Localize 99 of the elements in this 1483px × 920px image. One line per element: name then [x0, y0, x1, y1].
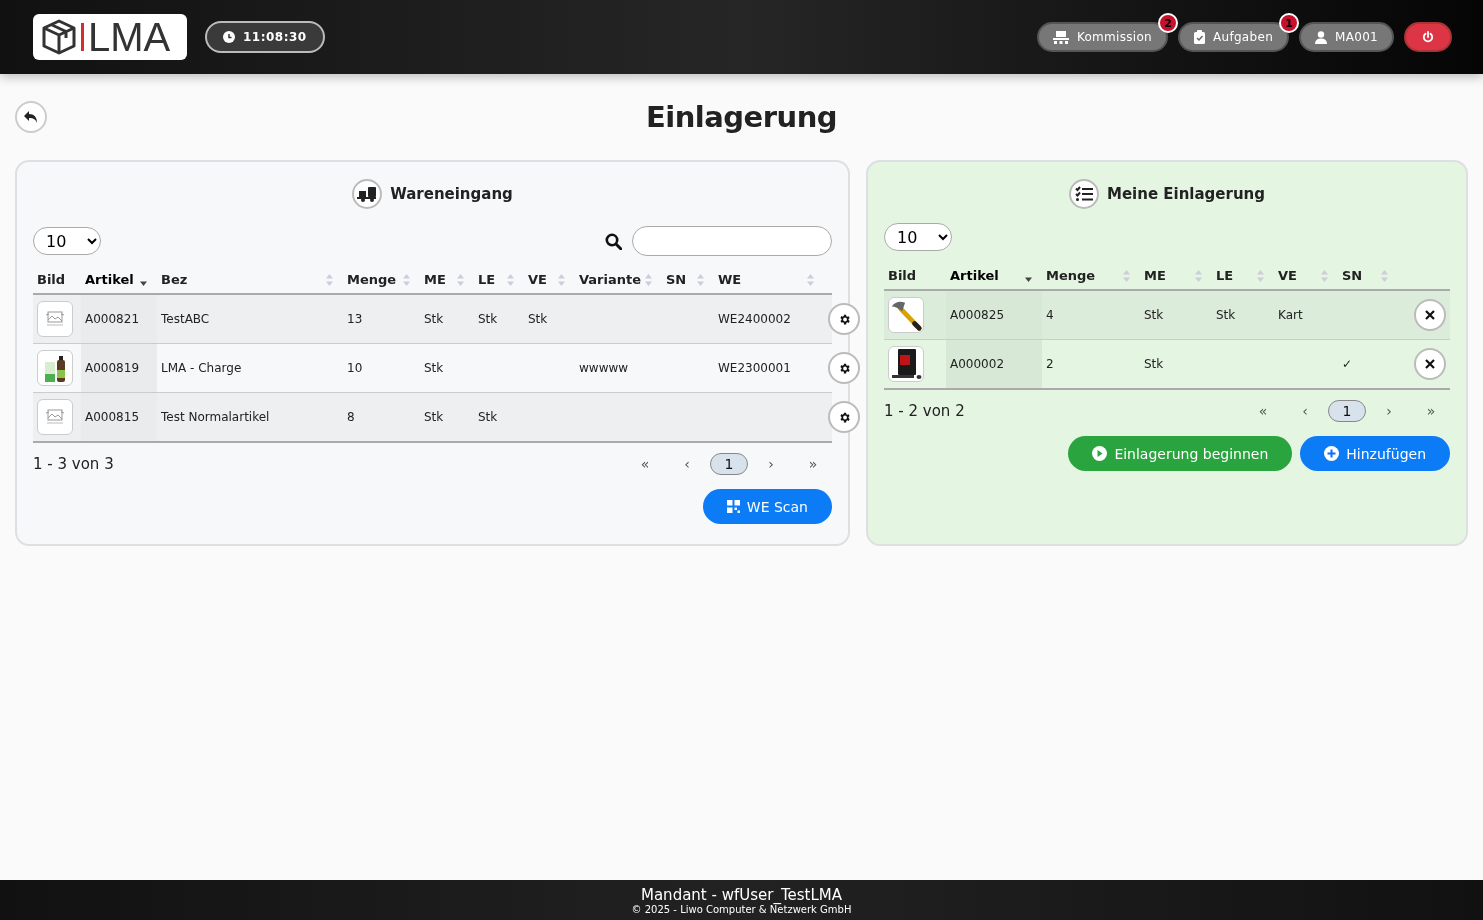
table-cell: Stk [478, 312, 498, 326]
clipboard-check-icon [1194, 30, 1205, 44]
column-header: Bild [888, 268, 917, 283]
notification-badge: 2 [1158, 13, 1178, 33]
card-title: Meine Einlagerung [1106, 185, 1266, 203]
table-cell: A000002 [950, 357, 1005, 371]
table-cell: Stk [1144, 308, 1164, 322]
close-icon [1425, 359, 1435, 369]
page-size-select[interactable]: 10 [33, 227, 101, 255]
table-cell: Stk [478, 410, 498, 424]
table-cell: ✓ [1342, 357, 1353, 371]
table-cell: 10 [347, 361, 363, 375]
pagination-button[interactable]: 1 [1328, 400, 1366, 422]
column-header[interactable]: Artikel [950, 268, 999, 283]
table-cell: WE2300001 [718, 361, 791, 375]
pagination-button[interactable]: › [1370, 400, 1408, 422]
copyright-text: © 2025 - Liwo Computer & Netzwerk GmbH [631, 903, 852, 915]
play-icon [1092, 446, 1108, 461]
column-header[interactable]: LE [1216, 268, 1234, 283]
column-header[interactable]: Bez [161, 272, 188, 287]
remove-button[interactable] [1414, 299, 1446, 331]
table-cell: Stk [424, 361, 444, 375]
product-image [888, 297, 924, 333]
table-cell: 8 [347, 410, 355, 424]
pagination-button[interactable]: 1 [710, 453, 748, 475]
settings-button[interactable] [828, 352, 860, 384]
table-cell: Kart [1278, 308, 1303, 322]
scan-button[interactable]: WE Scan [702, 489, 832, 524]
pagination-button[interactable]: ‹ [668, 453, 706, 475]
column-header: Bild [37, 272, 66, 287]
close-icon [1425, 310, 1435, 320]
user-icon [1315, 30, 1328, 44]
pagination-button[interactable]: › [752, 453, 790, 475]
table-cell: TestABC [161, 312, 210, 326]
pagination-button[interactable]: » [794, 453, 832, 475]
search-icon [605, 232, 622, 250]
product-image [888, 346, 924, 382]
qr-code-icon [726, 500, 740, 513]
table-cell: A000819 [85, 361, 140, 375]
user-button[interactable]: MA001 [1299, 22, 1394, 52]
product-image [37, 301, 73, 337]
pagination-button[interactable]: » [1412, 400, 1450, 422]
table-cell: 4 [1046, 308, 1054, 322]
settings-button[interactable] [828, 303, 860, 335]
clock-time: 11:08:30 [243, 30, 307, 44]
table-cell: A000825 [950, 308, 1005, 322]
table-cell: 2 [1046, 357, 1054, 371]
truck-icon [352, 179, 383, 209]
logo-text: LMA [88, 14, 171, 60]
power-icon [1422, 31, 1434, 43]
plus-icon [1324, 446, 1340, 461]
box-icon [41, 18, 77, 56]
table-cell: LMA - Charge [161, 361, 242, 375]
card-title: Wareneingang [390, 185, 513, 203]
table-cell: Stk [424, 410, 444, 424]
column-header[interactable]: Artikel [85, 272, 134, 287]
back-button[interactable] [15, 101, 47, 133]
table-cell: Stk [1216, 308, 1236, 322]
page-size-select[interactable]: 10 [884, 223, 952, 251]
table-cell: Stk [424, 312, 444, 326]
checklist-icon [1068, 179, 1099, 209]
column-header[interactable]: SN [666, 272, 687, 287]
table-cell: A000815 [85, 410, 140, 424]
column-header[interactable]: VE [1278, 268, 1297, 283]
pallet-icon [1052, 30, 1069, 44]
column-header[interactable]: Menge [1046, 268, 1096, 283]
table-cell: wwwww [579, 361, 629, 375]
product-image [37, 399, 73, 435]
pagination-button[interactable]: ‹ [1286, 400, 1324, 422]
remove-button[interactable] [1414, 348, 1446, 380]
table-cell: 13 [347, 312, 363, 326]
product-image [37, 350, 73, 386]
tenant-text: Mandant - wfUser_TestLMA [641, 885, 842, 904]
row-count-text: 1 - 2 von 2 [884, 402, 965, 420]
app-logo[interactable]: LMA [33, 14, 187, 60]
table-cell: A000821 [85, 312, 140, 326]
page-title: Einlagerung [645, 100, 838, 134]
column-header[interactable]: SN [1342, 268, 1363, 283]
column-header[interactable]: WE [718, 272, 742, 287]
search-field[interactable] [632, 226, 832, 256]
column-header[interactable]: ME [424, 272, 446, 287]
table-cell: Stk [1144, 357, 1164, 371]
row-count-text: 1 - 3 von 3 [33, 455, 114, 473]
column-header[interactable]: VE [528, 272, 547, 287]
logout-button[interactable] [1404, 22, 1452, 52]
column-header[interactable]: Menge [347, 272, 397, 287]
add-button[interactable]: Hinzufügen [1300, 436, 1450, 471]
pagination-button[interactable]: « [1244, 400, 1282, 422]
table-cell: Stk [528, 312, 548, 326]
table-cell: Test Normalartikel [161, 410, 270, 424]
notification-badge: 1 [1279, 13, 1300, 33]
column-header[interactable]: LE [478, 272, 496, 287]
column-header[interactable]: Variante [579, 272, 642, 287]
table-cell: WE2400002 [718, 312, 791, 326]
clock-icon [223, 31, 235, 43]
back-arrow-icon [23, 110, 39, 124]
settings-button[interactable] [828, 401, 860, 433]
column-header[interactable]: ME [1144, 268, 1166, 283]
pagination-button[interactable]: « [626, 453, 664, 475]
